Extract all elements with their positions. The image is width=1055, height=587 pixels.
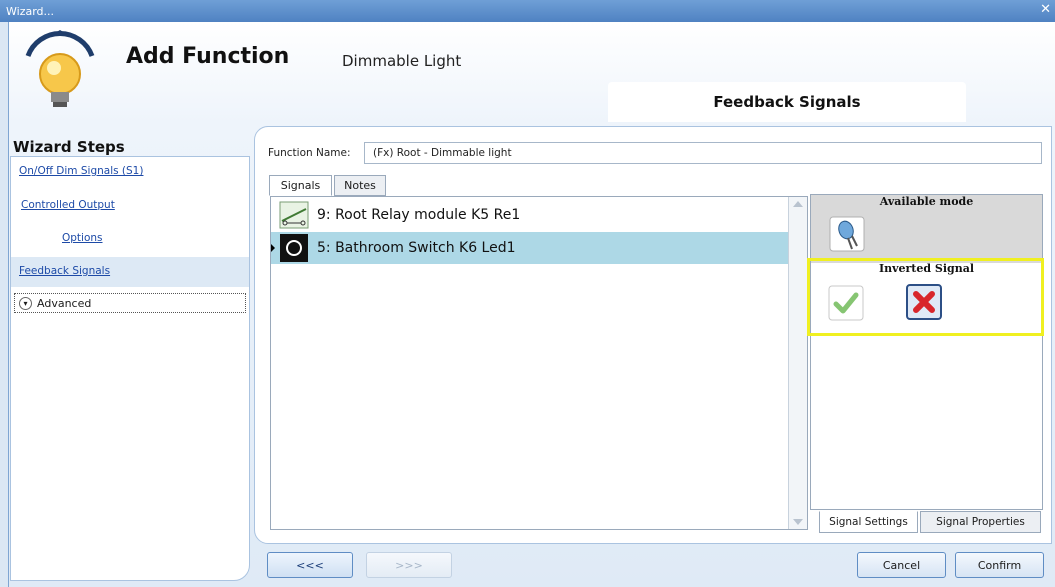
signals-scrollbar[interactable] (788, 197, 807, 529)
function-type-label: Dimmable Light (342, 52, 462, 70)
next-button[interactable]: >>> (366, 552, 452, 578)
tab-signals[interactable]: Signals (269, 175, 332, 196)
close-icon[interactable]: ✕ (1040, 2, 1051, 17)
light-bulb-icon (25, 30, 95, 107)
available-mode-title: Available mode (879, 195, 974, 208)
advanced-toggle[interactable]: ▾ Advanced (14, 293, 246, 313)
cancel-button[interactable]: Cancel (857, 552, 946, 578)
function-name-label: Function Name: (268, 147, 351, 159)
tab-notes[interactable]: Notes (334, 175, 386, 196)
window-title: Wizard... (6, 4, 55, 18)
signal-row-selected[interactable]: 5: Bathroom Switch K6 Led1 (271, 232, 789, 264)
advanced-label: Advanced (37, 296, 92, 310)
signal-label: 9: Root Relay module K5 Re1 (317, 207, 521, 223)
scroll-up-icon[interactable] (793, 201, 803, 207)
selected-row-pointer-icon (271, 244, 275, 252)
back-button[interactable]: <<< (267, 552, 353, 578)
step-on-off-dim-signals[interactable]: On/Off Dim Signals (S1) (19, 165, 143, 177)
switch-led-icon (280, 234, 308, 262)
current-step-title: Feedback Signals (608, 82, 966, 122)
function-name-input[interactable] (364, 142, 1042, 164)
tab-signal-settings[interactable]: Signal Settings (819, 511, 918, 533)
wizard-steps-panel (10, 156, 250, 581)
relay-icon (279, 201, 309, 229)
step-controlled-output[interactable]: Controlled Output (21, 199, 115, 211)
step-feedback-signals[interactable]: Feedback Signals (19, 265, 110, 277)
window-titlebar: Wizard... ✕ (0, 0, 1055, 22)
wizard-steps-title: Wizard Steps (13, 138, 125, 156)
confirm-button[interactable]: Confirm (955, 552, 1044, 578)
page-title: Add Function (126, 44, 290, 69)
step-options[interactable]: Options (62, 232, 103, 244)
signal-row[interactable]: 9: Root Relay module K5 Re1 (271, 199, 789, 231)
tab-signal-properties[interactable]: Signal Properties (920, 511, 1041, 533)
scroll-down-icon[interactable] (793, 519, 803, 525)
led-mode-icon[interactable] (829, 216, 865, 252)
signal-label: 5: Bathroom Switch K6 Led1 (317, 240, 516, 256)
chevron-down-icon: ▾ (19, 296, 32, 310)
inverted-signal-highlight (807, 258, 1044, 336)
